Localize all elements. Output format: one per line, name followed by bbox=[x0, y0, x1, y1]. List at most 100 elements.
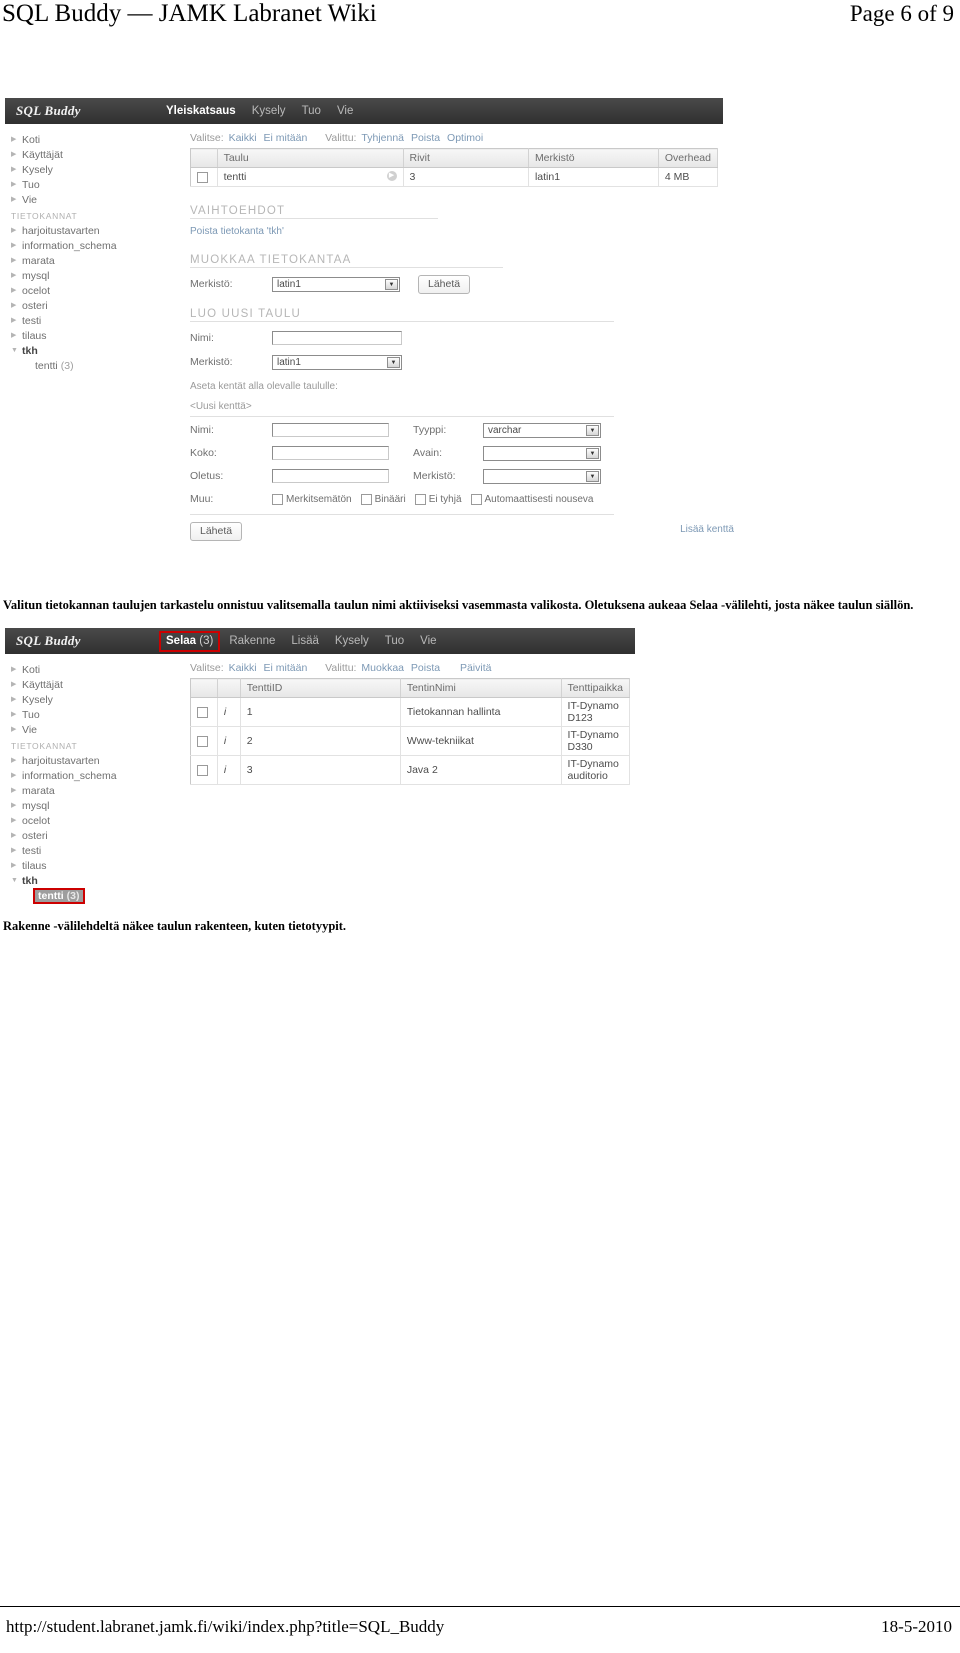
chevron-right-icon: ▶ bbox=[11, 847, 17, 854]
empty-link[interactable]: Tyhjennä bbox=[361, 132, 404, 144]
sidebar-db-ocelot[interactable]: ▶ ocelot bbox=[5, 283, 181, 298]
flag-unsigned[interactable]: Merkitsemätön bbox=[272, 493, 352, 505]
sidebar-item-label: Kysely bbox=[22, 693, 53, 706]
sidebar-db-ocelot[interactable]: ▶ ocelot bbox=[5, 813, 181, 828]
edit-db-submit-button[interactable]: Lähetä bbox=[418, 274, 471, 294]
tab-kysely[interactable]: Kysely bbox=[335, 635, 369, 647]
sidebar-item-kayttajat[interactable]: ▶ Käyttäjät bbox=[5, 677, 181, 692]
sidebar-db-osteri[interactable]: ▶ osteri bbox=[5, 828, 181, 843]
chevron-right-icon: ▶ bbox=[11, 196, 17, 203]
sidebar-db-mysql[interactable]: ▶ mysql bbox=[5, 268, 181, 283]
table-name-input[interactable] bbox=[272, 331, 402, 345]
page-indicator: Page 6 of 9 bbox=[849, 1, 954, 26]
select-none-link[interactable]: Ei mitään bbox=[264, 132, 308, 144]
sidebar-item-kysely[interactable]: ▶ Kysely bbox=[5, 162, 181, 177]
cell-taulu[interactable]: tentti ▶ bbox=[217, 167, 404, 187]
optimize-link[interactable]: Optimoi bbox=[447, 132, 483, 144]
sidebar-item-kayttajat[interactable]: ▶ Käyttäjät bbox=[5, 147, 181, 162]
drop-database-link[interactable]: Poista tietokanta 'tkh' bbox=[190, 226, 720, 237]
sidebar-db-tkh[interactable]: ▼ tkh bbox=[5, 343, 181, 358]
sidebar-item-koti[interactable]: ▶ Koti bbox=[5, 132, 181, 147]
sidebar-db-information-schema[interactable]: ▶ information_schema bbox=[5, 768, 181, 783]
column-header-rivit[interactable]: Rivit bbox=[403, 148, 529, 168]
select-all-link[interactable]: Kaikki bbox=[229, 132, 257, 144]
sidebar-db-marata[interactable]: ▶ marata bbox=[5, 783, 181, 798]
sidebar-item-vie[interactable]: ▶ Vie bbox=[5, 192, 181, 207]
sidebar-item-tuo[interactable]: ▶ Tuo bbox=[5, 707, 181, 722]
sidebar-db-label: mysql bbox=[22, 269, 50, 282]
column-header-taulu[interactable]: Taulu bbox=[217, 148, 404, 168]
sidebar-db-information-schema[interactable]: ▶ information_schema bbox=[5, 238, 181, 253]
column-header-tenttiid[interactable]: TenttiID bbox=[240, 678, 401, 698]
refresh-link[interactable]: Päivitä bbox=[460, 662, 492, 674]
tab-selaa[interactable]: Selaa (3) bbox=[158, 631, 221, 652]
charset-select[interactable]: latin1 ▼ bbox=[272, 276, 400, 292]
field-default-label: Oletus: bbox=[190, 470, 224, 482]
row-info-icon[interactable]: i bbox=[217, 755, 241, 785]
field-size-input[interactable] bbox=[272, 446, 389, 460]
flag-not-null[interactable]: Ei tyhjä bbox=[414, 493, 462, 505]
row-checkbox-cell[interactable] bbox=[190, 755, 218, 785]
select-all-link[interactable]: Kaikki bbox=[229, 662, 257, 674]
field-key-select[interactable]: ▼ bbox=[483, 445, 601, 461]
nav-item-kysely[interactable]: Kysely bbox=[252, 105, 286, 117]
sidebar-db-tkh[interactable]: ▼ tkh bbox=[5, 873, 181, 888]
nav-item-yleiskatsaus[interactable]: Yleiskatsaus bbox=[166, 105, 236, 117]
select-none-link[interactable]: Ei mitään bbox=[264, 662, 308, 674]
column-header-merkisto[interactable]: Merkistö bbox=[528, 148, 659, 168]
tab-tuo[interactable]: Tuo bbox=[385, 635, 404, 647]
edit-link[interactable]: Muokkaa bbox=[361, 662, 404, 674]
sidebar-db-osteri[interactable]: ▶ osteri bbox=[5, 298, 181, 313]
row-info-icon[interactable]: i bbox=[217, 726, 241, 756]
checkbox-icon[interactable] bbox=[272, 493, 283, 505]
sidebar-table-tentti[interactable]: tentti (3) bbox=[5, 358, 181, 373]
flag-binary[interactable]: Binääri bbox=[360, 493, 406, 505]
checkbox-icon[interactable] bbox=[414, 493, 426, 505]
sidebar-table-tentti-selected[interactable]: tentti (3) bbox=[5, 887, 181, 904]
sidebar-db-harjoitustavarten[interactable]: ▶ harjoitustavarten bbox=[5, 753, 181, 768]
sidebar-db-testi[interactable]: ▶ testi bbox=[5, 843, 181, 858]
field-name-input[interactable] bbox=[272, 423, 389, 437]
sidebar-db-marata[interactable]: ▶ marata bbox=[5, 253, 181, 268]
field-charset-select[interactable]: ▼ bbox=[483, 468, 601, 484]
checkbox-icon[interactable] bbox=[470, 493, 482, 505]
table-charset-select[interactable]: latin1 ▼ bbox=[272, 354, 402, 370]
column-header-overhead[interactable]: Overhead bbox=[658, 148, 719, 168]
nav-item-tuo[interactable]: Tuo bbox=[302, 105, 321, 117]
sidebar-db-tilaus[interactable]: ▶ tilaus bbox=[5, 328, 181, 343]
row-checkbox-cell[interactable] bbox=[190, 167, 218, 187]
row-checkbox-cell[interactable] bbox=[190, 697, 218, 727]
sidebar-db-testi[interactable]: ▶ testi bbox=[5, 313, 181, 328]
add-field-link[interactable]: Lisää kenttä bbox=[680, 524, 734, 535]
app-body-1: ▶ Koti ▶ Käyttäjät ▶ Kysely ▶ Tuo ▶ Vie TIETO… bbox=[5, 124, 734, 614]
go-arrow-icon[interactable]: ▶ bbox=[386, 171, 397, 181]
sidebar-db-mysql[interactable]: ▶ mysql bbox=[5, 798, 181, 813]
sidebar-db-harjoitustavarten[interactable]: ▶ harjoitustavarten bbox=[5, 223, 181, 238]
app-nav-2: Selaa (3) Rakenne Lisää Kysely Tuo Vie bbox=[158, 631, 437, 652]
checkbox-icon[interactable] bbox=[197, 735, 208, 747]
tab-lisaa[interactable]: Lisää bbox=[291, 635, 319, 647]
column-header-tentinnimi[interactable]: TentinNimi bbox=[400, 678, 562, 698]
field-default-input[interactable] bbox=[272, 469, 389, 483]
checkbox-icon[interactable] bbox=[197, 171, 208, 183]
row-info-icon[interactable]: i bbox=[217, 697, 241, 727]
row-checkbox-cell[interactable] bbox=[190, 726, 218, 756]
checkbox-icon[interactable] bbox=[360, 493, 372, 505]
field-type-select[interactable]: varchar ▼ bbox=[483, 422, 601, 438]
flag-auto-increment[interactable]: Automaattisesti nouseva bbox=[470, 493, 593, 505]
app-brand-2: SQL Buddy bbox=[16, 633, 81, 648]
sidebar-db-tilaus[interactable]: ▶ tilaus bbox=[5, 858, 181, 873]
sidebar-item-vie[interactable]: ▶ Vie bbox=[5, 722, 181, 737]
tab-vie[interactable]: Vie bbox=[420, 635, 436, 647]
sidebar-item-koti[interactable]: ▶ Koti bbox=[5, 662, 181, 677]
nav-item-vie[interactable]: Vie bbox=[337, 105, 353, 117]
delete-link[interactable]: Poista bbox=[411, 662, 440, 674]
tab-rakenne[interactable]: Rakenne bbox=[229, 635, 275, 647]
column-header-tenttipaikka[interactable]: Tenttipaikka bbox=[561, 678, 631, 698]
sidebar-item-kysely[interactable]: ▶ Kysely bbox=[5, 692, 181, 707]
create-table-submit-button[interactable]: Lähetä bbox=[190, 522, 243, 541]
sidebar-item-tuo[interactable]: ▶ Tuo bbox=[5, 177, 181, 192]
checkbox-icon[interactable] bbox=[197, 706, 208, 718]
checkbox-icon[interactable] bbox=[197, 764, 208, 776]
delete-link[interactable]: Poista bbox=[411, 132, 440, 144]
